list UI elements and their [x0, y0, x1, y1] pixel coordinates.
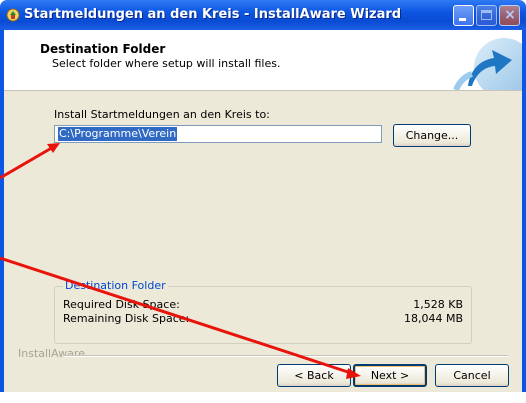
installaware-brand: InstallAware	[18, 347, 85, 360]
remaining-space-label: Remaining Disk Space:	[63, 312, 190, 325]
installaware-logo-icon	[446, 30, 526, 98]
next-button[interactable]: Next >	[353, 364, 427, 387]
minimize-icon	[459, 18, 466, 21]
maximize-icon	[481, 10, 492, 20]
footer-divider	[64, 355, 508, 357]
page-title: Destination Folder	[40, 42, 166, 56]
back-button[interactable]: < Back	[277, 364, 351, 387]
required-space-value: 1,528 KB	[413, 298, 463, 311]
install-path-field[interactable]: C:\Programme\Verein	[54, 125, 382, 143]
window-title: Startmeldungen an den Kreis - InstallAwa…	[24, 7, 402, 22]
installer-icon	[6, 8, 20, 22]
installer-window: Startmeldungen an den Kreis - InstallAwa…	[0, 0, 526, 392]
close-icon: ×	[504, 7, 516, 23]
maximize-button	[476, 5, 497, 26]
install-path-value[interactable]: C:\Programme\Verein	[58, 127, 178, 141]
cancel-button[interactable]: Cancel	[435, 364, 509, 387]
page-subtitle: Select folder where setup will install f…	[52, 57, 281, 70]
remaining-space-value: 18,044 MB	[403, 312, 463, 325]
minimize-button[interactable]	[453, 5, 474, 26]
change-button[interactable]: Change...	[393, 124, 471, 147]
disk-space-group: Destination Folder Required Disk Space: …	[54, 279, 472, 344]
wizard-header: Destination Folder Select folder where s…	[4, 30, 526, 98]
install-location-label: Install Startmeldungen an den Kreis to:	[54, 108, 270, 121]
title-bar[interactable]: Startmeldungen an den Kreis - InstallAwa…	[0, 0, 526, 30]
window-frame-right	[522, 30, 526, 392]
wizard-body: Install Startmeldungen an den Kreis to: …	[4, 91, 522, 392]
disk-space-legend: Destination Folder	[63, 279, 168, 292]
required-space-label: Required Disk Space:	[63, 298, 180, 311]
close-button: ×	[499, 5, 520, 26]
